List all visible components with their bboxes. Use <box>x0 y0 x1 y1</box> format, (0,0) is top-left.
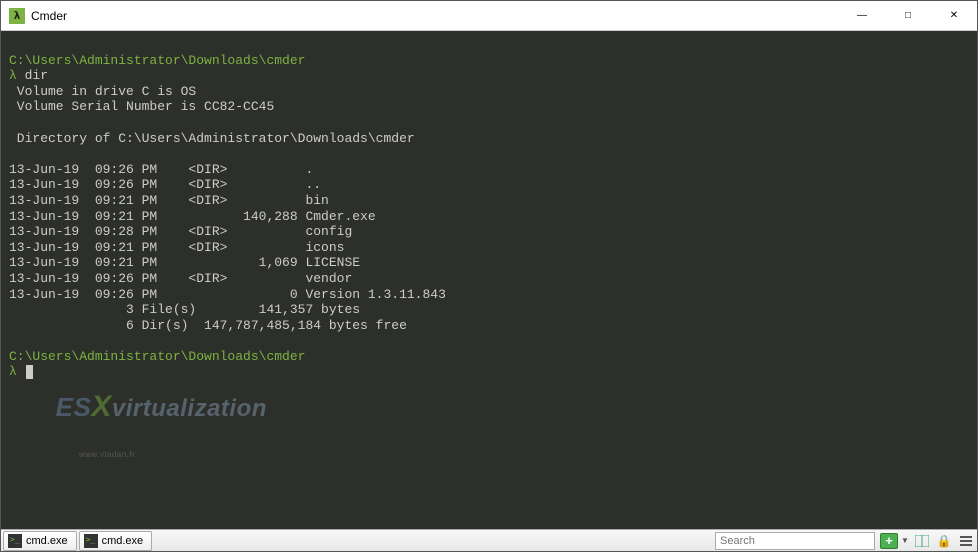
dir-row: 13-Jun-19 09:21 PM <DIR> bin <box>9 193 329 208</box>
terminal-icon <box>8 534 22 548</box>
cursor <box>26 365 33 379</box>
statusbar: cmd.exe cmd.exe + ▼ 🔒 <box>1 529 977 551</box>
summary-files: 3 File(s) 141,357 bytes <box>9 302 360 317</box>
watermark-x: X <box>91 390 112 423</box>
directory-of-line: Directory of C:\Users\Administrator\Down… <box>9 131 415 146</box>
new-tab-button[interactable]: + <box>880 533 898 549</box>
menu-button[interactable] <box>956 531 976 551</box>
terminal-icon <box>84 534 98 548</box>
volume-line: Volume in drive C is OS <box>9 84 196 99</box>
watermark-rest: virtualization <box>112 395 267 422</box>
dir-row: 13-Jun-19 09:28 PM <DIR> config <box>9 224 352 239</box>
dir-row: 13-Jun-19 09:21 PM <DIR> icons <box>9 240 344 255</box>
maximize-button[interactable]: □ <box>885 1 931 30</box>
dir-row: 13-Jun-19 09:21 PM 140,288 Cmder.exe <box>9 209 376 224</box>
prompt-path: C:\Users\Administrator\Downloads\cmder <box>9 349 305 364</box>
split-button[interactable] <box>912 531 932 551</box>
tab-cmd-1[interactable]: cmd.exe <box>3 531 77 551</box>
dir-row: 13-Jun-19 09:26 PM <DIR> vendor <box>9 271 352 286</box>
terminal[interactable]: C:\Users\Administrator\Downloads\cmder λ… <box>1 31 977 529</box>
tab-label: cmd.exe <box>26 535 68 547</box>
lock-icon[interactable]: 🔒 <box>934 531 954 551</box>
dir-row: 13-Jun-19 09:26 PM <DIR> . <box>9 162 313 177</box>
search-input[interactable] <box>715 532 875 550</box>
new-tab-dropdown[interactable]: ▼ <box>900 531 910 551</box>
watermark-es: ES <box>56 392 92 422</box>
prompt-path: C:\Users\Administrator\Downloads\cmder <box>9 53 305 68</box>
watermark-sub: www.vladan.fr <box>79 450 267 460</box>
dir-row: 13-Jun-19 09:21 PM 1,069 LICENSE <box>9 255 360 270</box>
tab-label: cmd.exe <box>102 535 144 547</box>
titlebar: λ Cmder — □ ✕ <box>1 1 977 31</box>
command-text: dir <box>25 68 48 83</box>
prompt-symbol: λ <box>9 68 17 83</box>
window-title: Cmder <box>31 9 839 23</box>
serial-line: Volume Serial Number is CC82-CC45 <box>9 99 274 114</box>
close-button[interactable]: ✕ <box>931 1 977 30</box>
watermark: ESXvirtualization www.vladan.fr <box>27 360 267 517</box>
app-icon: λ <box>9 8 25 24</box>
tab-cmd-2[interactable]: cmd.exe <box>79 531 153 551</box>
summary-dirs: 6 Dir(s) 147,787,485,184 bytes free <box>9 318 407 333</box>
minimize-button[interactable]: — <box>839 1 885 30</box>
prompt-symbol: λ <box>9 364 17 379</box>
window-controls: — □ ✕ <box>839 1 977 30</box>
dir-row: 13-Jun-19 09:26 PM <DIR> .. <box>9 177 321 192</box>
dir-row: 13-Jun-19 09:26 PM 0 Version 1.3.11.843 <box>9 287 446 302</box>
